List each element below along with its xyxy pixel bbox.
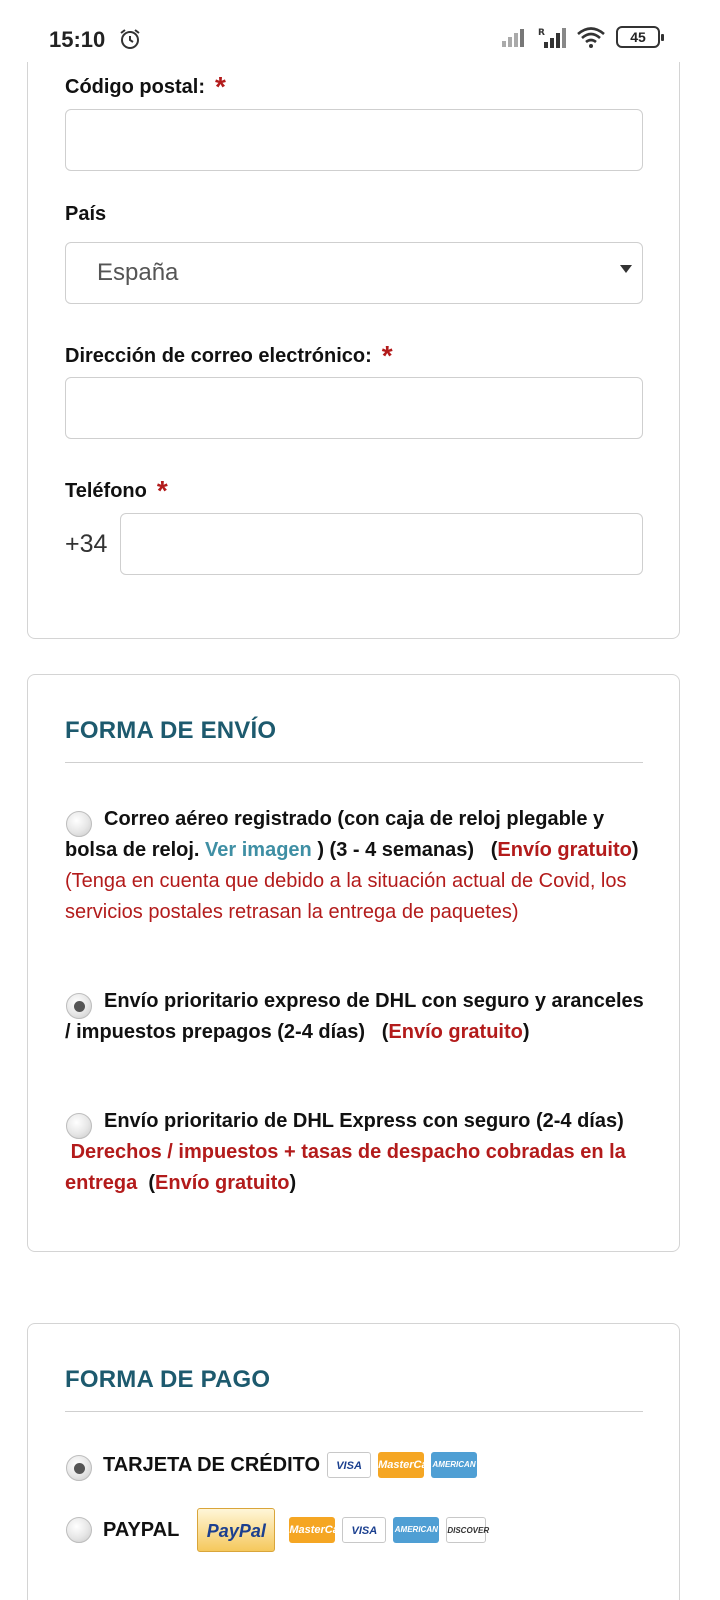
amex-logo: AMERICAN EXPRESS [431, 1452, 478, 1495]
divider [65, 762, 643, 763]
free-shipping-label: Envío gratuito [388, 1021, 523, 1043]
amex-logo: AMERICAN EXPRESS [393, 1517, 440, 1560]
country-select[interactable]: España [65, 242, 643, 304]
shipping-option-dhl-prepaid[interactable]: Envío prioritario expreso de DHL con seg… [65, 986, 645, 1048]
required-marker: * [214, 71, 226, 102]
status-icons: R 45 [502, 26, 664, 48]
signal-icon [502, 29, 524, 47]
required-marker: * [381, 340, 393, 371]
view-image-link[interactable]: Ver imagen [205, 839, 312, 861]
visa-logo: VISA [342, 1517, 387, 1543]
battery-icon: 45 [616, 26, 664, 48]
mastercard-logo: MasterCard [289, 1517, 336, 1543]
discover-logo: DISCOVER [446, 1517, 489, 1543]
status-time: 15:10 [49, 27, 106, 52]
wifi-icon [577, 27, 605, 48]
shipping-option-airmail[interactable]: Correo aéreo registrado (con caja de rel… [65, 804, 645, 928]
svg-text:R: R [538, 28, 545, 38]
payment-title: FORMA DE PAGO [65, 1366, 271, 1393]
phone-input[interactable] [120, 513, 643, 575]
payment-card: FORMA DE PAGO TARJETA DE CRÉDITO VISA Ma… [27, 1323, 680, 1600]
free-shipping-label: Envío gratuito [497, 839, 632, 861]
postal-code-input[interactable] [65, 109, 643, 171]
postal-code-label: Código postal: * [65, 71, 226, 102]
shipping-option-dhl-cod[interactable]: Envío prioritario de DHL Express con seg… [65, 1106, 645, 1199]
phone-prefix: +34 [65, 530, 108, 558]
shipping-title: FORMA DE ENVÍO [65, 717, 277, 744]
divider [65, 1411, 643, 1412]
paypal-logo: PayPal [197, 1508, 276, 1552]
country-select-value: España [97, 259, 179, 286]
shipping-card: FORMA DE ENVÍO Correo aéreo registrado (… [27, 674, 680, 1252]
alarm-icon [120, 29, 140, 49]
email-label: Dirección de correo electrónico: * [65, 340, 393, 371]
free-shipping-label: Envío gratuito [155, 1172, 290, 1194]
address-card: Código postal: * País España Dirección de… [27, 30, 680, 639]
payment-option-label: PAYPAL [103, 1518, 180, 1541]
mastercard-logo: MasterCard [378, 1452, 425, 1478]
signal-roaming-icon: R [538, 28, 566, 48]
phone-label: Teléfono * [65, 475, 168, 506]
payment-option-label: TARJETA DE CRÉDITO [103, 1453, 321, 1476]
required-marker: * [156, 475, 168, 506]
payment-option-paypal[interactable]: PAYPAL PayPal MasterCard VISA AMERICAN E… [65, 1508, 489, 1560]
payment-option-credit-card[interactable]: TARJETA DE CRÉDITO VISA MasterCard AMERI… [65, 1452, 478, 1495]
email-field[interactable] [65, 377, 643, 439]
country-label: País [65, 203, 107, 225]
chevron-down-icon [620, 265, 632, 273]
covid-note: (Tenga en cuenta que debido a la situaci… [65, 870, 627, 923]
status-bar: 15:10 R 45 [0, 0, 720, 62]
visa-logo: VISA [327, 1452, 372, 1478]
